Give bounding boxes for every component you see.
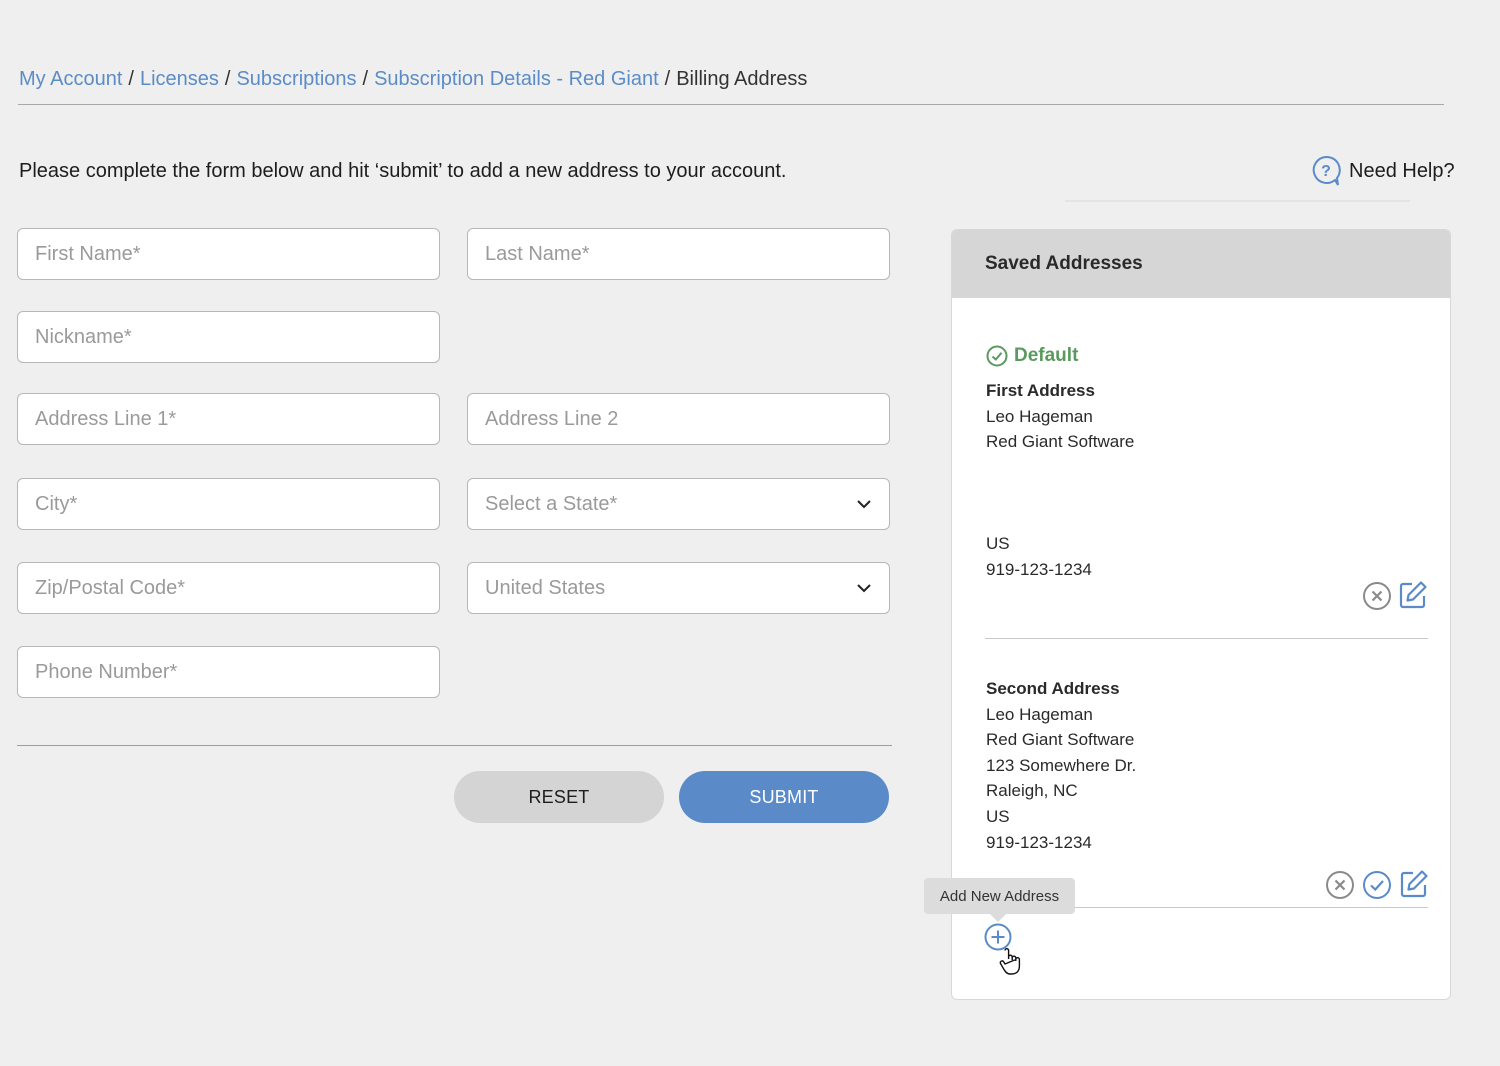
state-select[interactable]: Select a State* bbox=[467, 478, 890, 530]
address-street: 123 Somewhere Dr. bbox=[986, 755, 1137, 775]
address-name: Leo Hageman bbox=[986, 704, 1093, 724]
address-line1-placeholder: Address Line 1* bbox=[35, 407, 177, 430]
breadcrumb-licenses[interactable]: Licenses bbox=[140, 68, 219, 90]
chevron-down-icon bbox=[856, 499, 872, 509]
submit-button[interactable]: SUBMIT bbox=[679, 771, 889, 823]
svg-text:?: ? bbox=[1321, 163, 1331, 180]
default-badge: Default bbox=[986, 345, 1078, 367]
address-phone: 919-123-1234 bbox=[986, 559, 1092, 579]
address-company: Red Giant Software bbox=[986, 432, 1135, 452]
nickname-placeholder: Nickname* bbox=[35, 325, 132, 348]
help-divider bbox=[1065, 200, 1410, 202]
default-label: Default bbox=[1014, 345, 1079, 366]
country-select[interactable]: United States bbox=[467, 562, 890, 614]
last-name-field[interactable]: Last Name* bbox=[467, 228, 890, 280]
address-divider bbox=[985, 638, 1428, 639]
city-field[interactable]: City* bbox=[17, 478, 440, 530]
breadcrumb-subscription-details[interactable]: Subscription Details - Red Giant bbox=[374, 68, 659, 90]
address-company: Red Giant Software bbox=[986, 730, 1135, 750]
reset-button[interactable]: RESET bbox=[454, 771, 664, 823]
set-default-icon[interactable] bbox=[1362, 870, 1392, 900]
first-name-field[interactable]: First Name* bbox=[17, 228, 440, 280]
zip-placeholder: Zip/Postal Code* bbox=[35, 576, 186, 599]
question-bubble-icon: ? bbox=[1312, 155, 1341, 186]
chevron-down-icon bbox=[856, 583, 872, 593]
form-divider bbox=[17, 745, 892, 746]
breadcrumb-separator: / bbox=[362, 68, 369, 90]
breadcrumb-separator: / bbox=[664, 68, 671, 90]
edit-address-icon[interactable] bbox=[1399, 869, 1429, 899]
form-instructions: Please complete the form below and hit ‘… bbox=[19, 160, 787, 182]
need-help-label: Need Help? bbox=[1349, 159, 1455, 182]
hand-cursor-icon bbox=[999, 948, 1021, 975]
edit-address-icon[interactable] bbox=[1398, 580, 1428, 610]
delete-address-icon[interactable] bbox=[1325, 870, 1355, 900]
last-name-placeholder: Last Name* bbox=[485, 242, 590, 265]
phone-field[interactable]: Phone Number* bbox=[17, 646, 440, 698]
address-card-first: First Address Leo Hageman Red Giant Soft… bbox=[986, 378, 1134, 455]
need-help-link[interactable]: ? Need Help? bbox=[1311, 155, 1455, 187]
delete-address-icon[interactable] bbox=[1362, 581, 1392, 611]
address-country: US bbox=[986, 534, 1010, 553]
phone-placeholder: Phone Number* bbox=[35, 660, 178, 683]
check-circle-icon bbox=[986, 345, 1008, 367]
address-phone: 919-123-1234 bbox=[986, 832, 1092, 852]
address-country: US bbox=[986, 806, 1010, 826]
add-address-icon[interactable] bbox=[984, 923, 1012, 951]
address-line2-field[interactable]: Address Line 2 bbox=[467, 393, 890, 445]
address-nickname: First Address bbox=[986, 381, 1095, 400]
breadcrumb-separator: / bbox=[224, 68, 231, 90]
breadcrumb-current: Billing Address bbox=[676, 68, 808, 90]
country-select-value: United States bbox=[485, 576, 606, 599]
nickname-field[interactable]: Nickname* bbox=[17, 311, 440, 363]
address-line1-field[interactable]: Address Line 1* bbox=[17, 393, 440, 445]
header-divider bbox=[18, 104, 1444, 105]
saved-addresses-title: Saved Addresses bbox=[952, 230, 1450, 298]
zip-field[interactable]: Zip/Postal Code* bbox=[17, 562, 440, 614]
address-nickname: Second Address bbox=[986, 679, 1120, 698]
address-card-first-bottom: US 919-123-1234 bbox=[986, 531, 1092, 582]
breadcrumb: My Account / Licenses / Subscriptions / Subscr… bbox=[19, 66, 807, 92]
breadcrumb-my-account[interactable]: My Account bbox=[19, 68, 122, 90]
address-line2-placeholder: Address Line 2 bbox=[485, 407, 619, 430]
breadcrumb-separator: / bbox=[128, 68, 134, 90]
city-placeholder: City* bbox=[35, 492, 78, 515]
breadcrumb-subscriptions[interactable]: Subscriptions bbox=[236, 68, 356, 90]
address-card-second: Second Address Leo Hageman Red Giant Sof… bbox=[986, 676, 1136, 855]
address-name: Leo Hageman bbox=[986, 406, 1093, 426]
address-city-state: Raleigh, NC bbox=[986, 781, 1078, 801]
add-address-tooltip: Add New Address bbox=[924, 878, 1075, 922]
first-name-placeholder: First Name* bbox=[35, 242, 141, 265]
state-select-value: Select a State* bbox=[485, 492, 618, 515]
